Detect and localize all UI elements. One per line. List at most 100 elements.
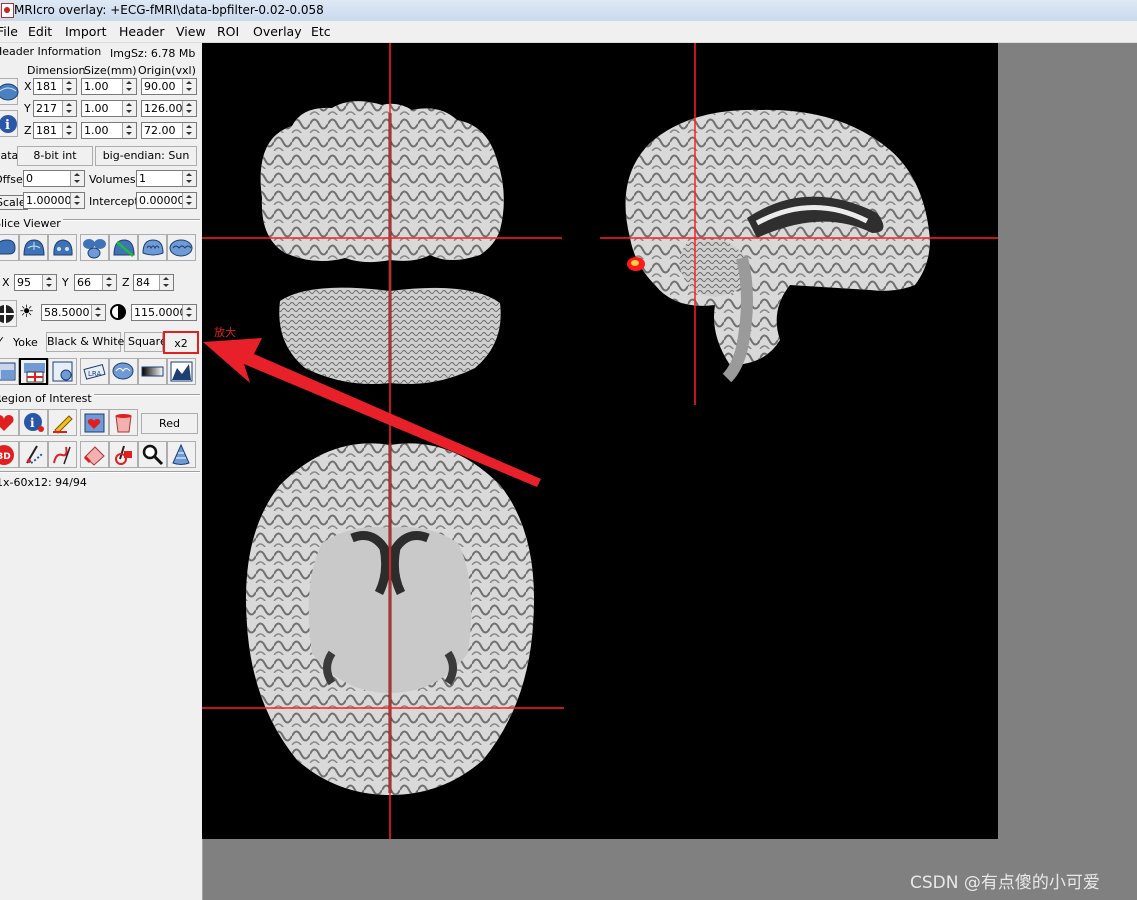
offset-field[interactable]: 0: [23, 170, 85, 187]
info-icon: i: [0, 115, 17, 133]
volumes-field[interactable]: 1: [136, 170, 197, 187]
zoom-x2-button[interactable]: x2: [163, 331, 199, 354]
roi-info-icon: i: [24, 413, 44, 432]
crosshair-button[interactable]: [19, 358, 48, 385]
intercept-label: Intercept: [89, 195, 139, 208]
colorbar-icon: [141, 366, 164, 377]
z-size-field[interactable]: 1.00: [81, 122, 137, 139]
brain-render-icon: [169, 239, 193, 257]
slice-x-label: X: [2, 276, 10, 289]
scale-field[interactable]: 1.000000: [23, 192, 85, 209]
z-dimension-field[interactable]: 181: [33, 122, 77, 139]
slice-y-label: Y: [62, 276, 69, 289]
csdn-watermark: CSDN @有点傻的小可爱: [910, 873, 1100, 893]
pencil-button[interactable]: [48, 409, 77, 436]
brightness-field[interactable]: 58.5000: [41, 304, 106, 321]
roi-jar-icon: [115, 414, 132, 433]
sagittal-view-button[interactable]: [0, 234, 19, 261]
y-dimension-field[interactable]: 217: [33, 100, 77, 117]
datatype-button[interactable]: 8-bit int: [17, 146, 93, 166]
image-size-readout: ImgSz: 6.78 Mb: [110, 47, 196, 60]
intercept-field[interactable]: 0.000000: [136, 192, 197, 209]
histogram-button[interactable]: [167, 358, 196, 385]
brain-3d-button[interactable]: [109, 358, 138, 385]
slice-z-field[interactable]: 84: [133, 274, 174, 291]
multislice-view-button[interactable]: [80, 234, 109, 261]
x-origin-field[interactable]: 90.00: [141, 78, 197, 95]
z-origin-field[interactable]: 72.00: [141, 122, 197, 139]
roi-color-button[interactable]: Red: [141, 413, 198, 434]
contrast-layout-icon: [0, 305, 14, 323]
square-button[interactable]: Square: [124, 332, 167, 352]
sagittal-slice: [625, 109, 930, 383]
brain-render-button[interactable]: [167, 234, 196, 261]
fill-icon: [115, 445, 132, 465]
colorbar-button[interactable]: [138, 358, 167, 385]
slice-viewer-section-label: Slice Viewer: [0, 217, 63, 230]
menu-roi[interactable]: ROI: [217, 24, 239, 39]
3d-roi-icon: 3D: [0, 445, 14, 465]
freehand-button[interactable]: [48, 441, 77, 468]
roi-save-icon: [84, 413, 105, 433]
cursor-angle-button[interactable]: [109, 234, 138, 261]
ruler-button[interactable]: LRA: [80, 358, 109, 385]
black-white-button[interactable]: Black & White: [46, 332, 124, 352]
menu-file[interactable]: File: [0, 24, 18, 39]
roi-jar-button[interactable]: [109, 409, 138, 436]
roi-point-button[interactable]: [48, 358, 77, 385]
header-section-label: Header Information: [0, 45, 102, 58]
y-origin-field[interactable]: 126.00: [141, 100, 197, 117]
ruler-icon: LRA: [83, 363, 106, 380]
layout-button[interactable]: [0, 358, 19, 385]
coronal-view-button[interactable]: [19, 234, 48, 261]
menu-bar: File Edit Import Header View ROI Overlay…: [0, 21, 1137, 43]
coronal-render-button[interactable]: [138, 234, 167, 261]
zoom-callout-annotation: 放大: [214, 326, 236, 339]
contrast-icon: [110, 304, 126, 320]
roi-info-button[interactable]: i: [19, 409, 48, 436]
brain-slices-canvas: [202, 43, 998, 839]
yoke-checkbox[interactable]: ✓: [0, 335, 6, 347]
multislice-view-icon: [83, 239, 106, 259]
menu-import[interactable]: Import: [65, 24, 107, 39]
contrast-field[interactable]: 115.0000: [131, 304, 197, 321]
menu-edit[interactable]: Edit: [28, 24, 52, 39]
menu-etc[interactable]: Etc: [311, 24, 331, 39]
size-column-label: Size(mm): [84, 64, 137, 77]
control-panel: Header Information ImgSz: 6.78 Mb Dimens…: [0, 43, 203, 900]
roi-heart-button[interactable]: [0, 409, 19, 436]
x-dimension-field[interactable]: 181: [33, 78, 77, 95]
brain-open-icon: [0, 83, 19, 101]
erase-button[interactable]: [80, 441, 109, 468]
layout-toggle-button[interactable]: [0, 300, 17, 327]
endian-button[interactable]: big-endian: Sun: [95, 146, 197, 166]
x-size-field[interactable]: 1.00: [81, 78, 137, 95]
dotted-pen-button[interactable]: [19, 441, 48, 468]
image-viewer[interactable]: [202, 43, 998, 839]
y-size-field[interactable]: 1.00: [81, 100, 137, 117]
cone-button[interactable]: [167, 441, 196, 468]
coronal-view-icon: [23, 239, 45, 256]
fill-button[interactable]: [109, 441, 138, 468]
axial-view-icon: [53, 239, 73, 256]
yoke-label: Yoke: [13, 336, 38, 349]
open-header-button[interactable]: [0, 78, 19, 105]
menu-view[interactable]: View: [176, 24, 206, 39]
slice-x-field[interactable]: 95: [14, 274, 57, 291]
roi-section-label: Region of Interest: [0, 392, 94, 405]
axial-view-button[interactable]: [48, 234, 77, 261]
sagittal-view-icon: [0, 239, 16, 255]
3d-roi-button[interactable]: 3D: [0, 441, 19, 468]
slice-y-field[interactable]: 66: [74, 274, 117, 291]
magnifier-button[interactable]: [138, 441, 167, 468]
menu-header[interactable]: Header: [119, 24, 165, 39]
svg-text:3D: 3D: [0, 452, 11, 462]
svg-text:i: i: [30, 416, 35, 430]
dimension-column-label: Dimension: [27, 64, 86, 77]
roi-save-button[interactable]: [80, 409, 109, 436]
roi-point-icon: [52, 361, 73, 382]
section-divider: [0, 471, 200, 473]
cone-icon: [172, 443, 190, 465]
menu-overlay[interactable]: Overlay: [253, 24, 302, 39]
header-info-button[interactable]: i: [0, 110, 18, 137]
